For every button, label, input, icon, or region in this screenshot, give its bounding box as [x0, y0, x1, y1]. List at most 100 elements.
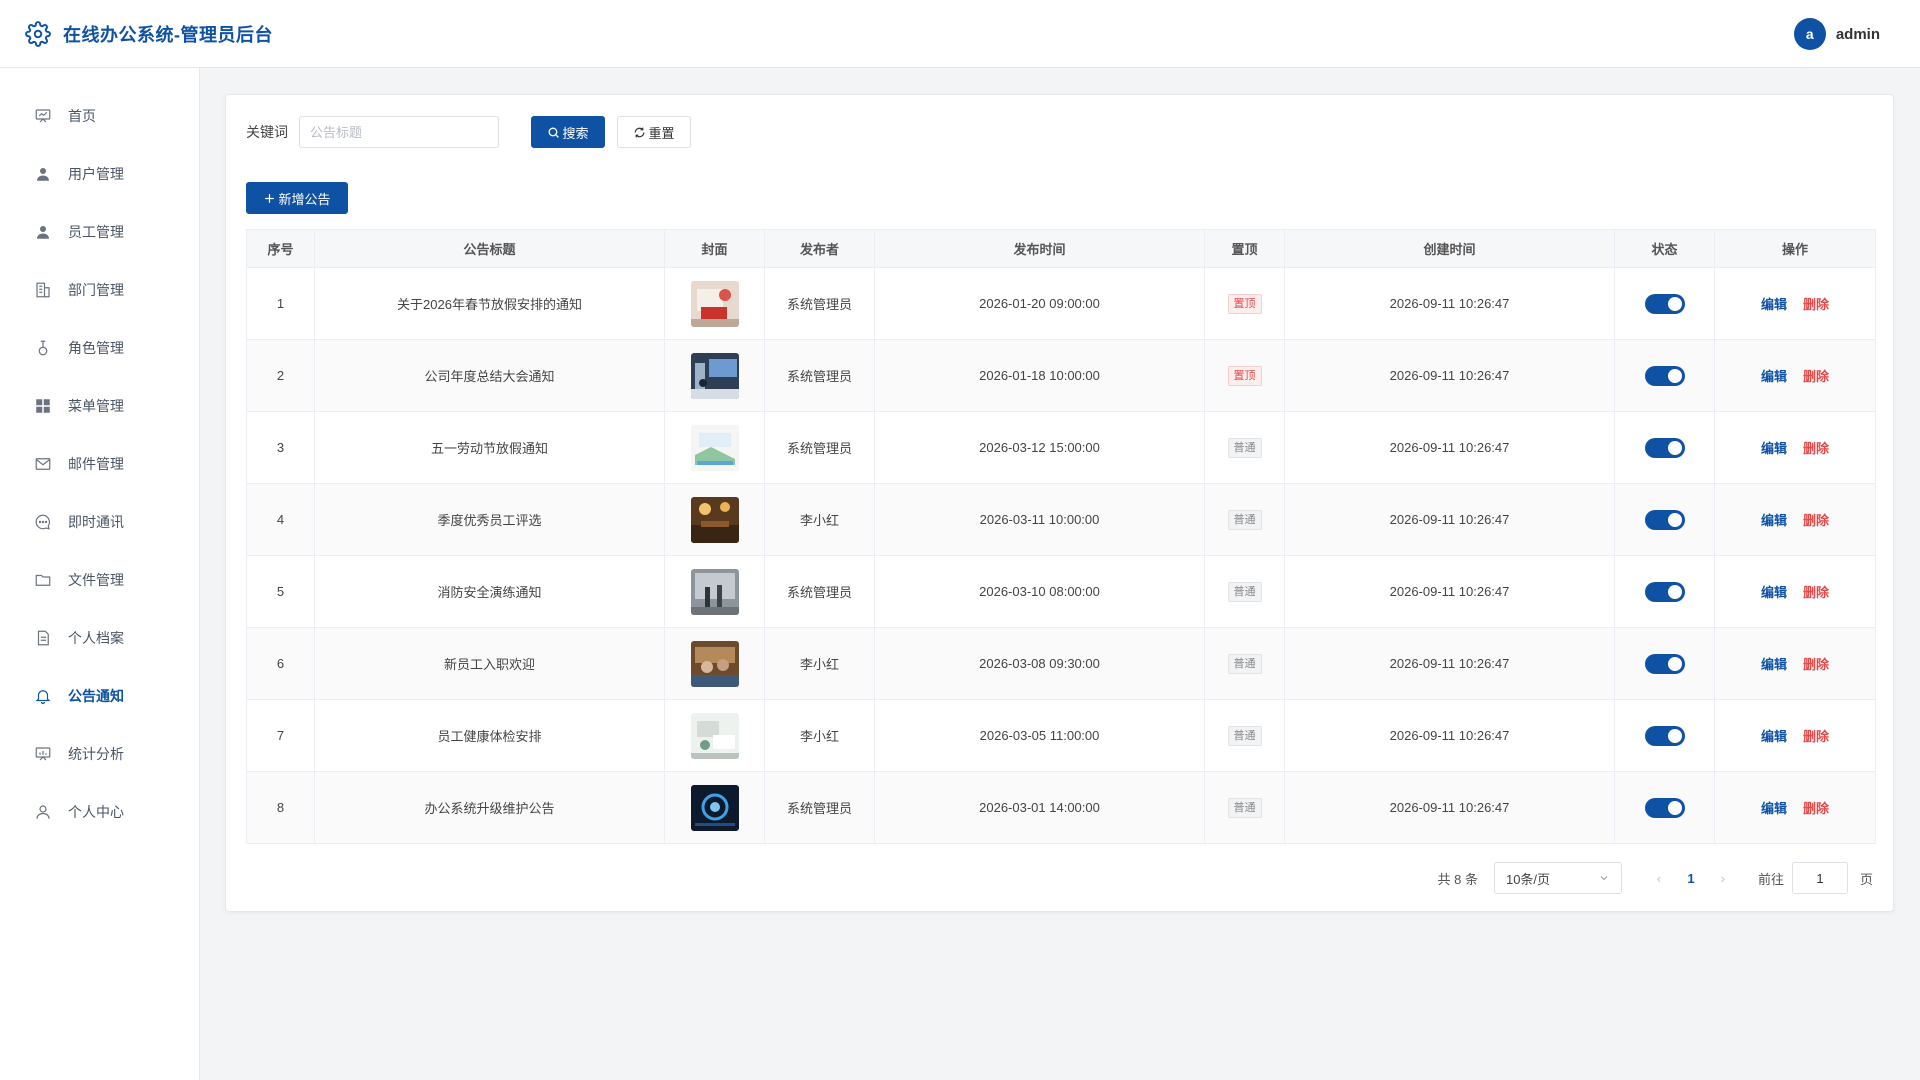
status-toggle[interactable] — [1644, 653, 1685, 674]
search-bar: 关键词 搜索 重置 — [246, 116, 691, 148]
delete-button[interactable]: 删除 — [1803, 585, 1829, 600]
row-publisher: 系统管理员 — [764, 771, 875, 844]
cover-image[interactable] — [690, 568, 739, 615]
row-pinned: 普通 — [1204, 483, 1285, 556]
status-toggle[interactable] — [1644, 293, 1685, 314]
pinned-tag: 普通 — [1227, 725, 1262, 746]
row-index: 3 — [246, 411, 315, 484]
row-created-time: 2026-09-11 10:26:47 — [1284, 267, 1615, 340]
row-title: 新员工入职欢迎 — [314, 627, 665, 700]
status-toggle[interactable] — [1644, 725, 1685, 746]
cover-image[interactable] — [690, 424, 739, 471]
sidebar-item-employees[interactable]: 员工管理 — [0, 203, 199, 261]
cover-image[interactable] — [690, 784, 739, 831]
add-announcement-button[interactable]: 新增公告 — [246, 182, 348, 214]
delete-button[interactable]: 删除 — [1803, 657, 1829, 672]
cover-image[interactable] — [690, 496, 739, 543]
row-pinned: 置顶 — [1204, 339, 1285, 412]
page-number[interactable]: 1 — [1674, 871, 1708, 886]
edit-button[interactable]: 编辑 — [1761, 297, 1787, 312]
delete-button[interactable]: 删除 — [1803, 801, 1829, 816]
gear-icon — [25, 20, 51, 47]
row-status — [1614, 483, 1715, 556]
row-created-time: 2026-09-11 10:26:47 — [1284, 771, 1615, 844]
row-index: 1 — [246, 267, 315, 340]
user-menu[interactable]: a admin — [1793, 18, 1880, 50]
sidebar-item-label: 统计分析 — [68, 746, 124, 762]
status-toggle[interactable] — [1644, 581, 1685, 602]
cover-image[interactable] — [690, 352, 739, 399]
delete-button[interactable]: 删除 — [1803, 513, 1829, 528]
sidebar-item-personal-center[interactable]: 个人中心 — [0, 783, 199, 841]
sidebar-item-users[interactable]: 用户管理 — [0, 145, 199, 203]
delete-button[interactable]: 删除 — [1803, 441, 1829, 456]
cover-image[interactable] — [690, 712, 739, 759]
column-header: 封面 — [664, 229, 765, 268]
delete-button[interactable]: 删除 — [1803, 297, 1829, 312]
sidebar-item-roles[interactable]: 角色管理 — [0, 319, 199, 377]
row-actions: 编辑 删除 — [1714, 555, 1876, 628]
delete-button[interactable]: 删除 — [1803, 729, 1829, 744]
sidebar-item-departments[interactable]: 部门管理 — [0, 261, 199, 319]
cover-image[interactable] — [690, 280, 739, 327]
edit-button[interactable]: 编辑 — [1761, 801, 1787, 816]
sidebar: 首页 用户管理 员工管理 部门管理 角色管理 菜单管理 邮件管理 即时通讯 文件… — [0, 68, 200, 1080]
row-title: 办公系统升级维护公告 — [314, 771, 665, 844]
edit-button[interactable]: 编辑 — [1761, 729, 1787, 744]
reset-button[interactable]: 重置 — [617, 116, 691, 148]
sidebar-item-statistics[interactable]: 统计分析 — [0, 725, 199, 783]
status-toggle[interactable] — [1644, 365, 1685, 386]
row-index: 7 — [246, 699, 315, 772]
role-icon — [38, 340, 48, 356]
page-size-value: 10条/页 — [1505, 871, 1551, 887]
status-toggle[interactable] — [1644, 437, 1685, 458]
sidebar-item-label: 角色管理 — [68, 340, 124, 356]
edit-button[interactable]: 编辑 — [1761, 369, 1787, 384]
status-toggle[interactable] — [1644, 509, 1685, 530]
sidebar-item-announcements[interactable]: 公告通知 — [0, 667, 199, 725]
edit-button[interactable]: 编辑 — [1761, 441, 1787, 456]
column-header: 创建时间 — [1284, 229, 1615, 268]
user-name[interactable]: admin — [1836, 26, 1880, 43]
keyword-input[interactable] — [299, 116, 499, 148]
keyword-label: 关键词 — [246, 124, 288, 140]
sidebar-item-profile-records[interactable]: 个人档案 — [0, 609, 199, 667]
sidebar-item-label: 个人中心 — [68, 804, 124, 820]
page-size-select[interactable]: 10条/页 — [1493, 862, 1622, 894]
status-toggle[interactable] — [1644, 797, 1685, 818]
refresh-icon — [635, 127, 645, 137]
sidebar-item-files[interactable]: 文件管理 — [0, 551, 199, 609]
sidebar-item-mail[interactable]: 邮件管理 — [0, 435, 199, 493]
sidebar-item-home[interactable]: 首页 — [0, 87, 199, 145]
next-page-button[interactable]: › — [1708, 871, 1738, 886]
row-status — [1614, 411, 1715, 484]
cover-image[interactable] — [690, 640, 739, 687]
edit-button[interactable]: 编辑 — [1761, 585, 1787, 600]
row-actions: 编辑 删除 — [1714, 771, 1876, 844]
avatar[interactable]: a — [1793, 18, 1826, 50]
edit-button[interactable]: 编辑 — [1761, 657, 1787, 672]
goto-page-input[interactable] — [1791, 862, 1848, 894]
pinned-tag: 置顶 — [1227, 293, 1262, 314]
delete-button[interactable]: 删除 — [1803, 369, 1829, 384]
table-row: 1 关于2026年春节放假安排的通知 系统管理员 2026-01-20 09:0… — [246, 267, 1876, 340]
prev-page-button[interactable]: ‹ — [1644, 871, 1674, 886]
sidebar-item-menus[interactable]: 菜单管理 — [0, 377, 199, 435]
search-icon — [549, 127, 560, 138]
table-row: 5 消防安全演练通知 系统管理员 2026-03-10 08:00:00 普通 … — [246, 555, 1876, 628]
pinned-tag: 普通 — [1227, 797, 1262, 818]
row-title: 消防安全演练通知 — [314, 555, 665, 628]
sidebar-item-chat[interactable]: 即时通讯 — [0, 493, 199, 551]
row-status — [1614, 627, 1715, 700]
user-icon — [37, 168, 49, 181]
row-publish-time: 2026-03-05 11:00:00 — [874, 699, 1205, 772]
edit-button[interactable]: 编辑 — [1761, 513, 1787, 528]
building-icon — [36, 282, 50, 298]
person-icon — [36, 805, 50, 819]
search-button[interactable]: 搜索 — [531, 116, 605, 148]
row-publish-time: 2026-03-01 14:00:00 — [874, 771, 1205, 844]
announcement-panel: 关键词 搜索 重置 新增公告 序号 公告标题 封面 发布者 发布时间 置顶 创建… — [225, 94, 1894, 912]
table-row: 7 员工健康体检安排 李小红 2026-03-05 11:00:00 普通 20… — [246, 699, 1876, 772]
chart-icon — [35, 747, 51, 761]
row-actions: 编辑 删除 — [1714, 411, 1876, 484]
